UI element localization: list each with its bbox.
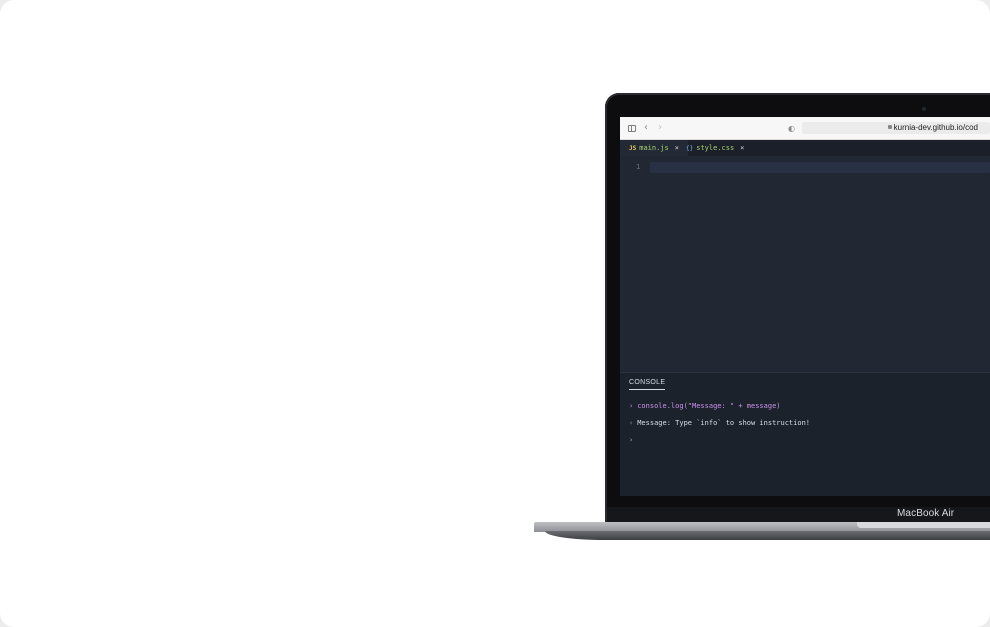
browser-toolbar: ‹ › ◐ kurnia-dev.github.io/cod bbox=[620, 117, 990, 140]
url-text: kurnia-dev.github.io/cod bbox=[887, 122, 978, 134]
console-input-line: › console.log("Message: " + message) bbox=[629, 401, 781, 411]
back-icon[interactable]: ‹ bbox=[644, 121, 648, 135]
js-file-icon: JS bbox=[629, 145, 637, 152]
console-prompt-line[interactable]: › bbox=[629, 435, 637, 445]
tab-main-js[interactable]: JS main.js × bbox=[620, 140, 688, 156]
forward-icon[interactable]: › bbox=[658, 121, 662, 135]
console-input-text: console.log("Message: " + message) bbox=[637, 402, 781, 410]
shield-icon[interactable]: ◐ bbox=[788, 122, 795, 136]
laptop-opening-notch bbox=[857, 522, 990, 528]
console-output-text: Message: Type `info` to show instruction… bbox=[637, 419, 811, 427]
lock-icon bbox=[887, 125, 892, 129]
console-panel: CONSOLE › console.log("Message: " + messa… bbox=[620, 372, 990, 496]
css-file-icon: {} bbox=[686, 145, 694, 152]
laptop-base-underside bbox=[545, 531, 990, 540]
page-canvas: ‹ › ◐ kurnia-dev.github.io/cod JS main.js… bbox=[0, 0, 990, 627]
line-number: 1 bbox=[636, 163, 641, 171]
close-icon[interactable]: × bbox=[740, 144, 744, 152]
code-editor[interactable]: 1 bbox=[620, 156, 990, 372]
close-icon[interactable]: × bbox=[675, 144, 679, 152]
tab-label: style.css bbox=[696, 144, 735, 152]
editor-tabbar: JS main.js × {} style.css × bbox=[620, 140, 990, 156]
prompt-chevron-icon: › bbox=[629, 436, 634, 444]
tab-label: main.js bbox=[639, 144, 669, 152]
prompt-chevron-icon: › bbox=[629, 402, 634, 410]
return-chevron-icon: ‹ bbox=[629, 419, 634, 427]
console-output-line: ‹ Message: Type `info` to show instructio… bbox=[629, 418, 810, 428]
current-line-highlight[interactable] bbox=[650, 162, 990, 173]
tab-style-css[interactable]: {} style.css × bbox=[680, 140, 753, 156]
console-title: CONSOLE bbox=[629, 379, 666, 390]
address-bar[interactable]: kurnia-dev.github.io/cod bbox=[802, 122, 990, 134]
sidebar-icon[interactable] bbox=[628, 125, 636, 132]
laptop-screen: ‹ › ◐ kurnia-dev.github.io/cod JS main.js… bbox=[620, 117, 990, 496]
webcam bbox=[922, 107, 926, 111]
device-model-label: MacBook Air bbox=[897, 508, 955, 519]
